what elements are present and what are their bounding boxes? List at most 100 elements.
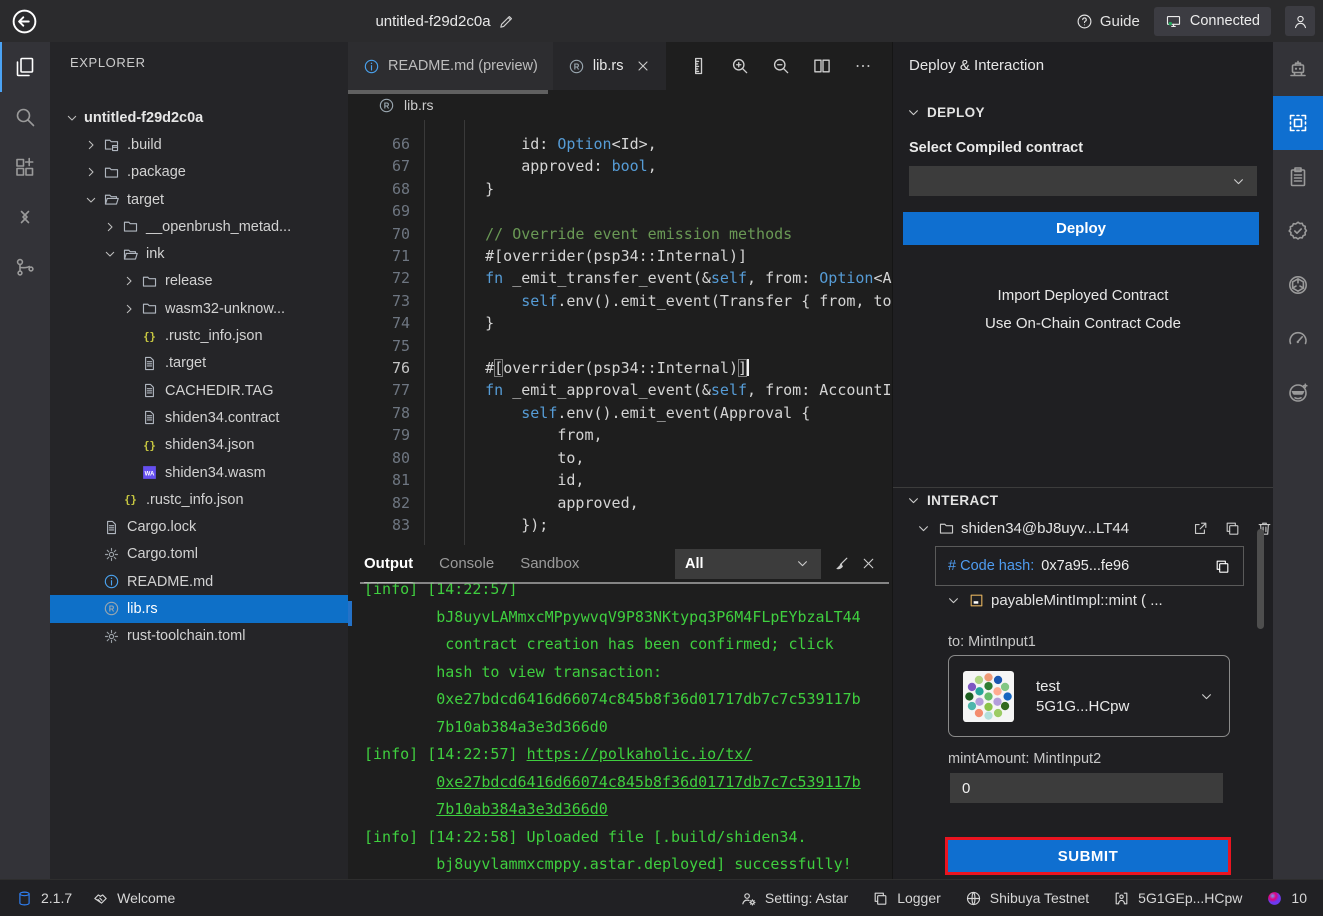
tree-item-untitled-f29d2c0a[interactable]: untitled-f29d2c0a <box>50 104 348 131</box>
file-tree: untitled-f29d2c0a .build.packagetarget__o… <box>50 104 348 880</box>
status-item-version[interactable]: 2.1.7 <box>16 890 72 907</box>
breadcrumb[interactable]: R lib.rs <box>348 90 893 120</box>
grid-plus-icon <box>13 155 37 179</box>
status-item-account[interactable]: 5G1GEp...HCpw <box>1113 890 1242 907</box>
status-item-balance[interactable]: 10 <box>1266 890 1307 907</box>
tree-item-ink[interactable]: ink <box>50 240 348 267</box>
code-text: approved, <box>449 492 639 514</box>
section-divider <box>893 487 1273 488</box>
guide-label: Guide <box>1100 13 1140 30</box>
split-editor-icon[interactable] <box>812 56 832 76</box>
tree-item--openbrush-metad-[interactable]: __openbrush_metad... <box>50 213 348 240</box>
activity-item-source-control[interactable] <box>0 242 50 292</box>
account-select[interactable]: test 5G1G...HCpw <box>948 655 1230 737</box>
zoom-in-icon[interactable] <box>730 56 750 76</box>
tree-item-shiden34-contract[interactable]: shiden34.contract <box>50 404 348 431</box>
close-tab-icon[interactable] <box>635 58 651 74</box>
folder-icon <box>141 300 158 317</box>
activity-item-verified[interactable] <box>1273 204 1323 258</box>
folder-build-icon <box>103 136 120 153</box>
copy-icon[interactable] <box>1224 520 1241 537</box>
chevron-down-icon <box>905 492 922 509</box>
line-number: 74 <box>348 312 431 334</box>
status-item-label: 10 <box>1291 890 1307 906</box>
activity-item-collapse-panels[interactable] <box>0 192 50 242</box>
tree-item--build[interactable]: .build <box>50 131 348 158</box>
activity-item-openai-chat[interactable] <box>1273 258 1323 312</box>
activity-item-tasks[interactable] <box>1273 150 1323 204</box>
tree-item-target[interactable]: target <box>50 186 348 213</box>
contract-row[interactable]: shiden34@bJ8uyv...LT44 <box>915 520 1273 537</box>
avatar-button[interactable] <box>1285 6 1315 36</box>
code-text: #[overrider(psp34::Internal)] <box>449 245 747 267</box>
status-item-setting[interactable]: Setting: Astar <box>740 890 848 907</box>
tree-item-release[interactable]: release <box>50 268 348 295</box>
tab-lib-rs[interactable]: Rlib.rs <box>553 42 667 90</box>
status-item-logger[interactable]: Logger <box>872 890 941 907</box>
activity-item-deploy-interaction[interactable] <box>1273 96 1323 150</box>
tree-item-cachedir-tag[interactable]: CACHEDIR.TAG <box>50 377 348 404</box>
code-editor[interactable]: 66 id: Option<Id>,67 approved: bool,68 }… <box>348 120 893 558</box>
submit-button[interactable]: SUBMIT <box>948 840 1228 872</box>
tree-item-label: rust-toolchain.toml <box>127 628 245 644</box>
branch-icon <box>13 255 37 279</box>
onchain-code-link[interactable]: Use On-Chain Contract Code <box>893 315 1273 332</box>
status-item-welcome[interactable]: Welcome <box>92 890 175 907</box>
openai-icon <box>1286 273 1310 297</box>
deploy-section-label: DEPLOY <box>927 105 985 120</box>
compiled-contract-select[interactable] <box>909 166 1257 196</box>
interact-section-header[interactable]: INTERACT <box>905 492 998 509</box>
activity-item-explorer[interactable] <box>0 42 50 92</box>
activity-item-fun-mode[interactable] <box>1273 366 1323 420</box>
deploy-section-header[interactable]: DEPLOY <box>905 104 985 121</box>
tree-item-rust-toolchain-toml[interactable]: rust-toolchain.toml <box>50 623 348 650</box>
activity-item-benchmark[interactable] <box>1273 312 1323 366</box>
tree-item-cargo-lock[interactable]: Cargo.lock <box>50 513 348 540</box>
side-panel-scrollbar[interactable] <box>1257 529 1264 629</box>
deploy-button[interactable]: Deploy <box>903 212 1259 245</box>
tree-item-label: untitled-f29d2c0a <box>84 110 203 126</box>
connected-button[interactable]: Connected <box>1154 7 1271 36</box>
copy-hash-icon[interactable] <box>1214 558 1231 575</box>
back-button[interactable] <box>10 7 39 36</box>
more-actions-icon[interactable] <box>853 56 873 76</box>
clear-output-icon[interactable] <box>833 555 850 572</box>
log-link[interactable]: 7b10ab384a3e3d366d0 <box>436 800 608 818</box>
log-link[interactable]: https://polkaholic.io/tx/ <box>527 745 753 763</box>
minimap-toggle-icon[interactable] <box>689 56 709 76</box>
activity-item-assistant[interactable] <box>1273 42 1323 96</box>
tree-item--rustc-info-json[interactable]: {}.rustc_info.json <box>50 486 348 513</box>
activity-item-new-panel[interactable] <box>0 142 50 192</box>
tree-item-cargo-toml[interactable]: Cargo.toml <box>50 541 348 568</box>
open-external-icon[interactable] <box>1192 520 1209 537</box>
tree-item-shiden34-wasm[interactable]: WAshiden34.wasm <box>50 459 348 486</box>
tree-item-wasm32-unknow-[interactable]: wasm32-unknow... <box>50 295 348 322</box>
contract-label: shiden34@bJ8uyv...LT44 <box>961 520 1129 537</box>
close-panel-icon[interactable] <box>860 555 877 572</box>
tree-item--target[interactable]: .target <box>50 350 348 377</box>
guide-button[interactable]: Guide <box>1076 13 1140 30</box>
activity-item-search[interactable] <box>0 92 50 142</box>
log-filter-select[interactable]: All <box>675 549 821 579</box>
tree-item-shiden34-json[interactable]: {}shiden34.json <box>50 432 348 459</box>
chev-right-icon <box>83 164 99 180</box>
zoom-out-icon[interactable] <box>771 56 791 76</box>
tab-scrollbar[interactable] <box>348 90 548 94</box>
account-identicon <box>963 671 1014 722</box>
method-row[interactable]: payableMintImpl::mint ( ... <box>945 592 1273 609</box>
line-number: 78 <box>348 402 431 424</box>
tree-item--rustc-info-json[interactable]: {}.rustc_info.json <box>50 322 348 349</box>
indent-guide <box>424 120 425 558</box>
tree-item--package[interactable]: .package <box>50 159 348 186</box>
tab-readme-md-preview-[interactable]: README.md (preview) <box>348 42 553 90</box>
file-icon <box>141 409 158 426</box>
amount-input[interactable]: 0 <box>950 773 1223 803</box>
tree-item-readme-md[interactable]: README.md <box>50 568 348 595</box>
editor-group: README.md (preview)Rlib.rs R lib.rs 66 i… <box>348 42 893 880</box>
status-item-network[interactable]: Shibuya Testnet <box>965 890 1089 907</box>
tree-item-lib-rs[interactable]: Rlib.rs <box>50 595 348 622</box>
log-line: [info] [14:22:57] https://polkaholic.io/… <box>364 741 893 769</box>
import-contract-link[interactable]: Import Deployed Contract <box>893 287 1273 304</box>
log-link[interactable]: 0xe27bdcd6416d66074c845b8f36d01717db7c7c… <box>436 773 860 791</box>
edit-title-icon[interactable] <box>498 13 515 30</box>
